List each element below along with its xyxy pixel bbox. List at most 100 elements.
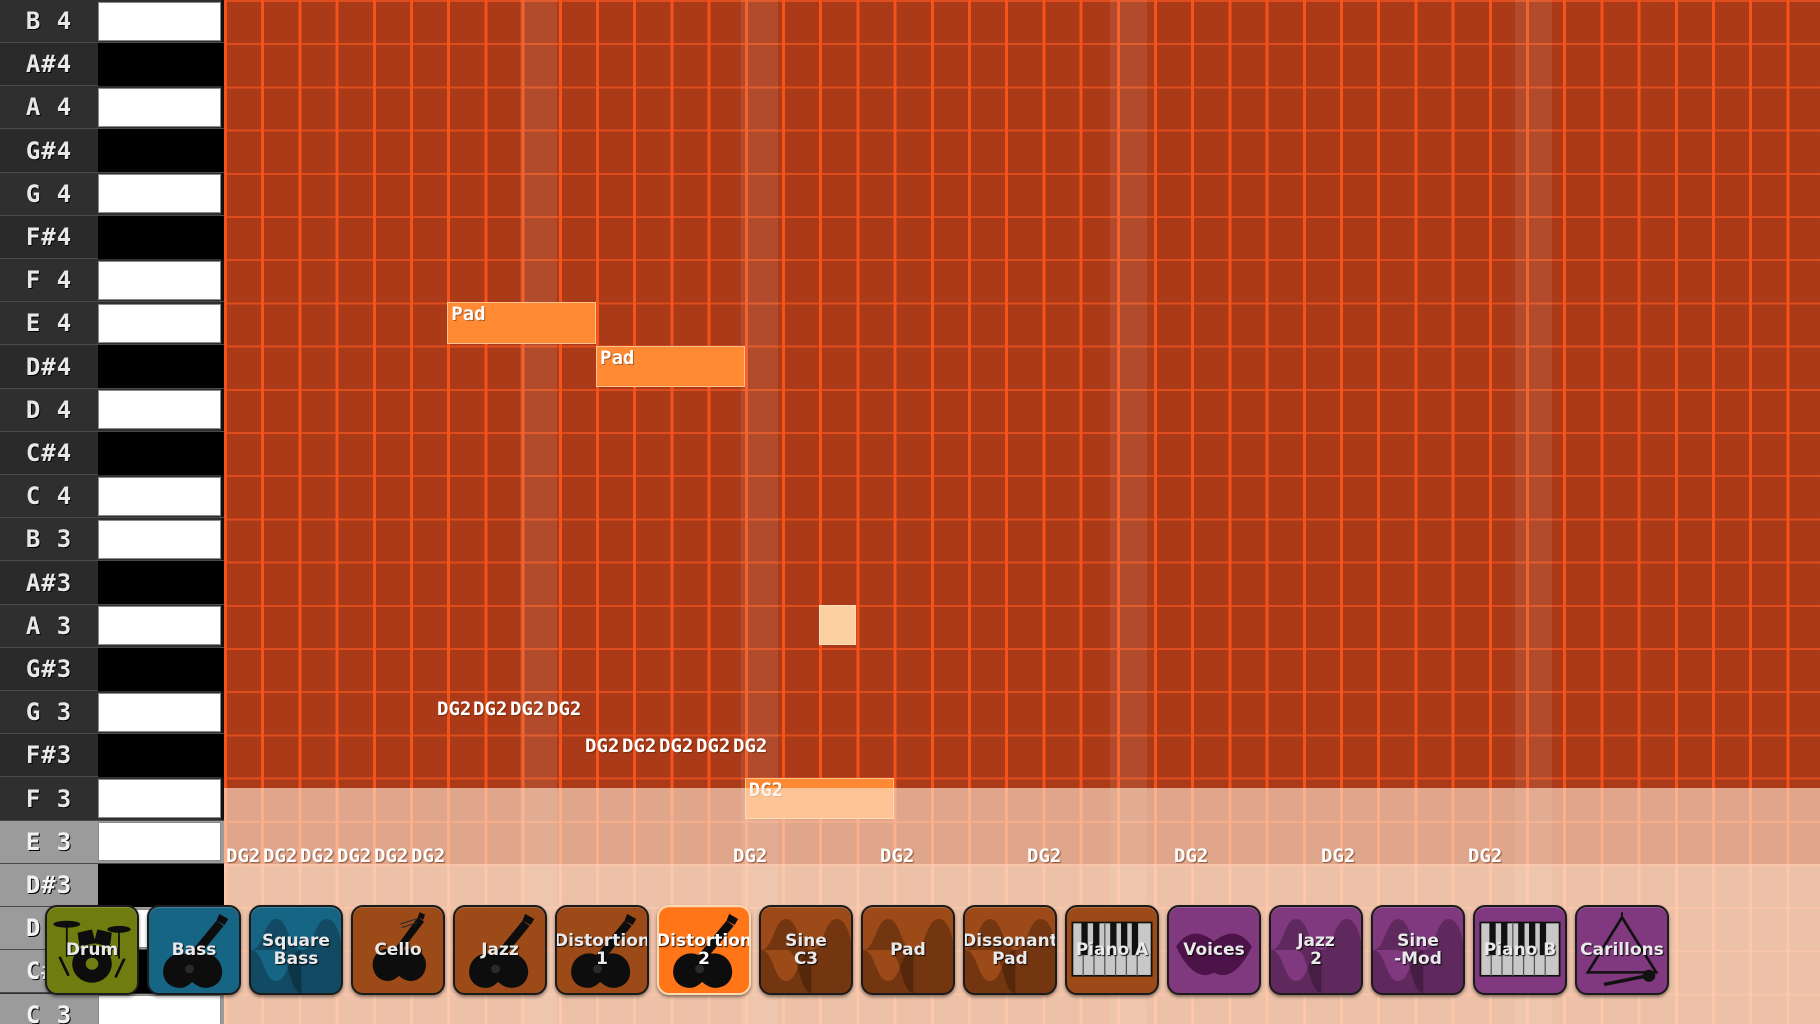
instrument-button-square-bass[interactable]: Square Bass bbox=[249, 905, 343, 995]
piano-key-label: B 3 bbox=[25, 525, 73, 554]
black-key[interactable] bbox=[98, 431, 224, 475]
instrument-label: Distortion 1 bbox=[555, 930, 649, 969]
overlay-label-c3-12: DG2 bbox=[1468, 845, 1503, 867]
piano-key-label: A 4 bbox=[25, 93, 73, 122]
piano-key-b3[interactable]: B 3 bbox=[0, 518, 224, 562]
piano-key-c3[interactable]: C 3 bbox=[0, 993, 224, 1024]
piano-key-label: B 4 bbox=[25, 7, 73, 35]
instrument-button-distortion-1[interactable]: Distortion 1 bbox=[555, 905, 649, 995]
piano-key-label: G#4 bbox=[25, 136, 73, 165]
white-key[interactable] bbox=[98, 174, 221, 214]
instrument-button-distortion-2[interactable]: Distortion 2 bbox=[657, 905, 751, 995]
instrument-button-cello[interactable]: Cello bbox=[351, 905, 445, 995]
piano-key-label: E 3 bbox=[25, 827, 73, 856]
piano-key-d3[interactable]: D#3 bbox=[0, 863, 224, 907]
note-pad-e4[interactable]: Pad bbox=[447, 302, 596, 344]
piano-key-label: D 4 bbox=[25, 395, 73, 424]
overlay-label-c3-6: DG2 bbox=[411, 845, 446, 867]
white-key[interactable] bbox=[98, 1, 221, 41]
instrument-label: Sine -Mod bbox=[1394, 930, 1442, 969]
black-key[interactable] bbox=[98, 129, 224, 173]
black-key[interactable] bbox=[98, 215, 224, 259]
overlay-label-c3-8: DG2 bbox=[880, 845, 915, 867]
white-key[interactable] bbox=[98, 476, 221, 516]
piano-key-e4[interactable]: E 4 bbox=[0, 302, 224, 346]
piano-key-a4[interactable]: A 4 bbox=[0, 86, 224, 130]
instrument-button-voices[interactable]: Voices bbox=[1167, 905, 1261, 995]
piano-key-g4[interactable]: G#4 bbox=[0, 129, 224, 173]
instrument-label: Jazz bbox=[481, 939, 519, 960]
piano-key-c4[interactable]: C 4 bbox=[0, 475, 224, 519]
black-key[interactable] bbox=[98, 733, 224, 777]
instrument-button-pad[interactable]: Pad bbox=[861, 905, 955, 995]
instrument-label: Sine C3 bbox=[785, 930, 827, 969]
instrument-button-piano-b[interactable]: Piano B bbox=[1473, 905, 1567, 995]
piano-key-e3[interactable]: E 3 bbox=[0, 820, 224, 864]
instrument-button-jazz[interactable]: Jazz bbox=[453, 905, 547, 995]
piano-key-a3[interactable]: A 3 bbox=[0, 605, 224, 648]
piano-keyboard[interactable]: B 4 A#4 A 4 G#4 G 4 F#4 F 4 E 4 D#4 D 4 C#4 C 4 B 3 A… bbox=[0, 0, 224, 1024]
instrument-button-bass[interactable]: Bass bbox=[147, 905, 241, 995]
instrument-button-drum[interactable]: Drum bbox=[45, 905, 139, 995]
overlay-label-ds3-1: DG2 bbox=[585, 735, 620, 757]
piano-key-a4[interactable]: A#4 bbox=[0, 42, 224, 87]
piano-key-g3[interactable]: G 3 bbox=[0, 691, 224, 735]
white-key[interactable] bbox=[98, 390, 221, 430]
black-key[interactable] bbox=[98, 345, 224, 389]
cursor-cell-a3[interactable] bbox=[819, 604, 857, 645]
instrument-label: Pad bbox=[890, 939, 926, 960]
piano-key-label: C#4 bbox=[25, 439, 73, 467]
instrument-label: Jazz 2 bbox=[1297, 930, 1335, 969]
overlay-label-e3-4: DG2 bbox=[547, 698, 582, 720]
instrument-button-carillons[interactable]: Carillons bbox=[1575, 905, 1669, 995]
white-key[interactable] bbox=[98, 260, 221, 300]
instrument-button-piano-a[interactable]: Piano A bbox=[1065, 905, 1159, 995]
note-pad-ds4[interactable]: Pad bbox=[596, 345, 745, 387]
instrument-toolbar[interactable]: Drum Bass Square Bass Cello Jazz Distortion 1… bbox=[45, 905, 1805, 995]
piano-key-label: F#4 bbox=[25, 223, 73, 251]
white-key[interactable] bbox=[98, 87, 221, 127]
instrument-label: Distortion 2 bbox=[657, 930, 751, 969]
instrument-label: Carillons bbox=[1580, 939, 1664, 960]
white-key[interactable] bbox=[98, 995, 221, 1024]
overlay-label-ds3-3: DG2 bbox=[659, 735, 694, 757]
piano-key-d4[interactable]: D#4 bbox=[0, 345, 224, 389]
piano-key-f4[interactable]: F 4 bbox=[0, 259, 224, 303]
instrument-label: Square Bass bbox=[262, 930, 330, 969]
piano-key-label: A#4 bbox=[25, 50, 73, 79]
piano-key-label: G 3 bbox=[25, 698, 73, 727]
instrument-label: Piano B bbox=[1483, 939, 1557, 960]
overlay-label-ds3-5: DG2 bbox=[733, 735, 768, 757]
piano-key-g3[interactable]: G#3 bbox=[0, 647, 224, 691]
piano-key-label: D#3 bbox=[25, 871, 73, 899]
piano-key-f4[interactable]: F#4 bbox=[0, 215, 224, 259]
instrument-label: Cello bbox=[374, 939, 422, 960]
piano-key-g4[interactable]: G 4 bbox=[0, 173, 224, 216]
piano-key-d4[interactable]: D 4 bbox=[0, 389, 224, 432]
piano-key-label: C 3 bbox=[25, 1000, 73, 1024]
overlay-label-c3-11: DG2 bbox=[1321, 845, 1356, 867]
black-key[interactable] bbox=[98, 561, 224, 605]
piano-key-b4[interactable]: B 4 bbox=[0, 0, 224, 43]
piano-key-label: F 4 bbox=[25, 266, 73, 295]
piano-key-c4[interactable]: C#4 bbox=[0, 431, 224, 475]
white-key[interactable] bbox=[98, 822, 221, 862]
piano-key-f3[interactable]: F 3 bbox=[0, 778, 224, 821]
piano-key-a3[interactable]: A#3 bbox=[0, 561, 224, 605]
instrument-button-dissonant-pad[interactable]: Dissonant Pad bbox=[963, 905, 1057, 995]
overlay-label-ds3-4: DG2 bbox=[696, 735, 731, 757]
white-key[interactable] bbox=[98, 606, 221, 646]
black-key[interactable] bbox=[98, 863, 224, 907]
instrument-button-sine-c3[interactable]: Sine C3 bbox=[759, 905, 853, 995]
white-key[interactable] bbox=[98, 303, 221, 343]
overlay-label-c3-7: DG2 bbox=[733, 845, 768, 867]
instrument-label: Drum bbox=[65, 939, 119, 960]
white-key[interactable] bbox=[98, 779, 221, 819]
black-key[interactable] bbox=[98, 42, 224, 86]
white-key[interactable] bbox=[98, 519, 221, 559]
white-key[interactable] bbox=[98, 692, 221, 732]
instrument-button-sine--mod[interactable]: Sine -Mod bbox=[1371, 905, 1465, 995]
piano-key-f3[interactable]: F#3 bbox=[0, 733, 224, 778]
black-key[interactable] bbox=[98, 647, 224, 691]
instrument-button-jazz-2[interactable]: Jazz 2 bbox=[1269, 905, 1363, 995]
